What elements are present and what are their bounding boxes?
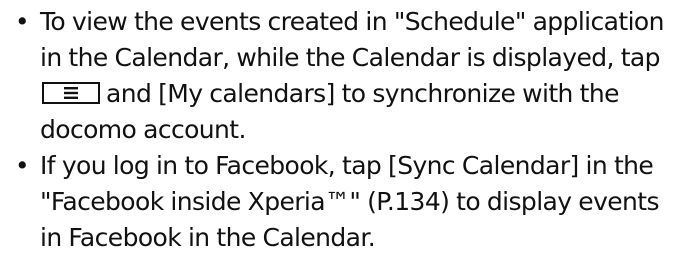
bullet-text-before-key: To view the events created in "Schedule"… [40, 7, 664, 72]
menu-key-icon [42, 82, 100, 104]
bullet-item-schedule-sync: • To view the events created in "Schedul… [0, 4, 679, 148]
bullet-text-after-key: and [My calendars] to synchronize with t… [40, 79, 619, 144]
bullet-item-facebook-sync: • If you log in to Facebook, tap [Sync C… [0, 148, 679, 256]
bullet-marker: • [14, 151, 30, 180]
bullet-text: If you log in to Facebook, tap [Sync Cal… [40, 151, 660, 252]
bullet-marker: • [14, 7, 30, 36]
instruction-bullet-list: • To view the events created in "Schedul… [0, 4, 679, 256]
